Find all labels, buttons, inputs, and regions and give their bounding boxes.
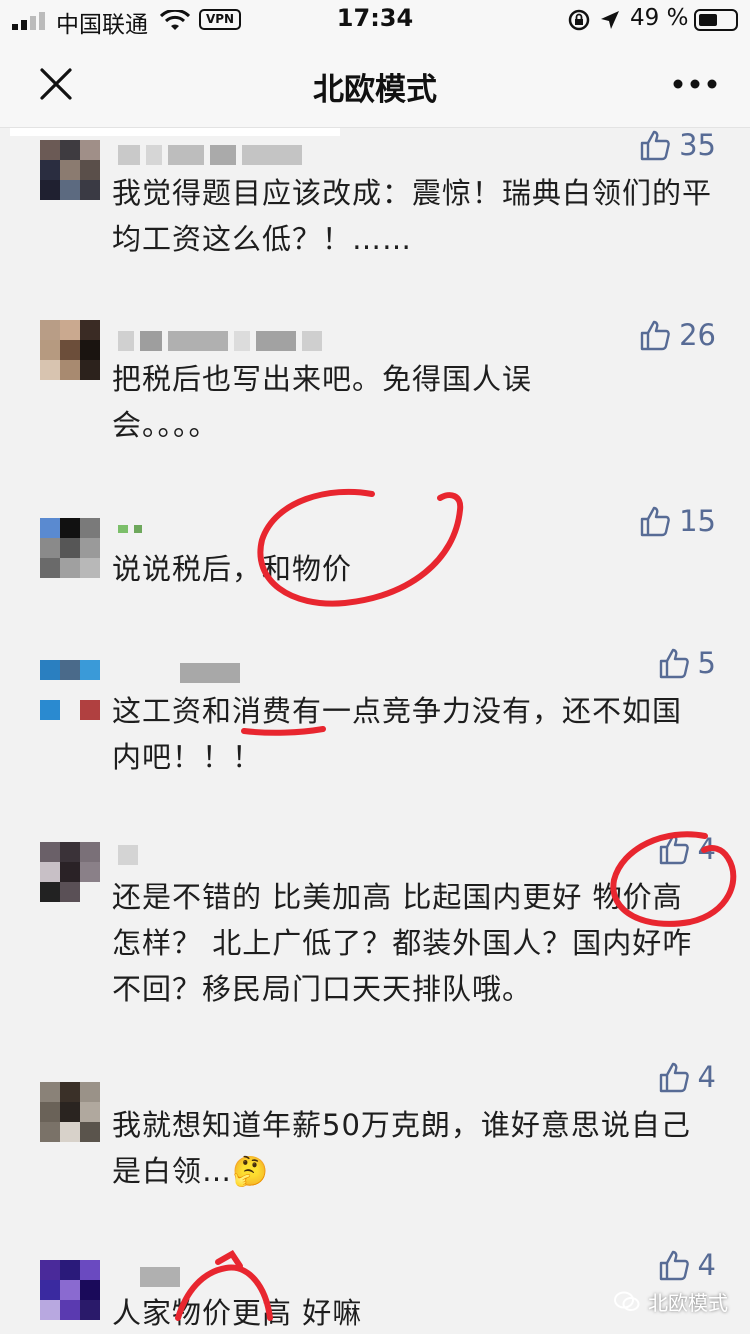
thumbs-up-icon [659,1062,689,1093]
avatar[interactable] [40,518,100,578]
thumbs-up-icon [640,506,670,537]
like-button[interactable]: 5 [658,646,716,680]
watermark: 北欧模式 [614,1287,728,1316]
avatar[interactable] [40,660,100,720]
like-button[interactable]: 4 [658,1248,716,1282]
like-button[interactable]: 15 [639,504,716,538]
comment-text: 说说税后，和物价 [112,552,353,586]
battery-percent: 49 % [630,5,689,31]
comment-text: 这工资和消费有一点竞争力没有，还不如国内吧！！！ [112,694,683,774]
avatar[interactable] [40,140,100,200]
thumbs-up-icon [640,320,670,351]
avatar[interactable] [40,1082,100,1142]
like-count: 5 [697,646,716,680]
status-bar: 中国联通 VPN 17:34 49 % [0,0,750,40]
comment-text: 我就想知道年薪50万克朗，谁好意思说自己是白领…🤔 [112,1108,691,1188]
wechat-icon [614,1291,640,1311]
like-count: 4 [697,1248,716,1282]
nickname-mosaic [118,842,138,868]
thumbs-up-icon [640,130,670,161]
nickname-mosaic [180,660,240,686]
avatar[interactable] [40,320,100,380]
comment-text: 我觉得题目应该改成：震惊！瑞典白领们的平均工资这么低？！…… [112,176,713,256]
thumbs-up-icon [659,1250,689,1281]
nickname-mosaic [118,516,142,542]
thumbs-up-icon [659,834,689,865]
like-button[interactable]: 35 [639,128,716,162]
nav-bar: 北欧模式 [0,40,750,128]
nickname-mosaic [118,328,322,354]
like-count: 26 [679,318,716,352]
rotation-lock-icon [568,9,590,31]
avatar[interactable] [40,1260,100,1320]
like-button[interactable]: 26 [639,318,716,352]
top-edge [10,128,340,136]
thumbs-up-icon [659,648,689,679]
comment-text: 还是不错的 比美加高 比起国内更好 物价高怎样？ 北上广低了？都装外国人？国内好… [112,880,693,1006]
comment-list: 35 我觉得题目应该改成：震惊！瑞典白领们的平均工资这么低？！…… 26 把税后… [0,128,750,1334]
like-button[interactable]: 4 [658,1060,716,1094]
like-count: 35 [679,128,716,162]
avatar[interactable] [40,842,100,902]
location-icon [601,11,619,29]
battery-icon [694,9,738,31]
page-title: 北欧模式 [313,72,437,108]
nickname-mosaic [140,1264,180,1290]
like-count: 15 [679,504,716,538]
like-count: 4 [697,1060,716,1094]
comment-text: 把税后也写出来吧。免得国人误会。。。。 [112,362,533,442]
like-button[interactable]: 4 [658,832,716,866]
more-icon[interactable] [670,70,720,98]
like-count: 4 [697,832,716,866]
nickname-mosaic [118,142,302,168]
watermark-text: 北欧模式 [648,1291,728,1315]
